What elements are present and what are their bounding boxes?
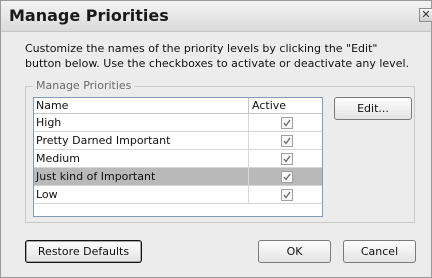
active-checkbox[interactable]: [281, 135, 293, 147]
close-icon[interactable]: ✕: [419, 8, 432, 22]
active-checkbox[interactable]: [281, 189, 293, 201]
table-row[interactable]: Pretty Darned Important: [34, 132, 322, 150]
table-row[interactable]: Medium: [34, 150, 322, 168]
priority-name-cell: Medium: [34, 150, 249, 167]
priority-name-cell: Pretty Darned Important: [34, 132, 249, 149]
ok-button[interactable]: OK: [258, 240, 331, 263]
table-row[interactable]: High: [34, 114, 322, 132]
priority-name-cell: Just kind of Important: [34, 168, 249, 185]
checkmark-icon: [283, 173, 291, 181]
edit-button[interactable]: Edit...: [334, 97, 412, 120]
checkmark-icon: [283, 155, 291, 163]
manage-priorities-dialog: Manage Priorities ✕ Customize the names …: [0, 0, 432, 278]
active-checkbox[interactable]: [281, 153, 293, 165]
table-row[interactable]: Just kind of Important: [34, 168, 322, 186]
checkmark-icon: [283, 137, 291, 145]
priorities-table: Name Active High Pretty Darned Important…: [33, 97, 323, 217]
dialog-title: Manage Priorities: [9, 6, 169, 25]
column-header-name[interactable]: Name: [34, 98, 249, 114]
restore-defaults-button[interactable]: Restore Defaults: [25, 240, 142, 263]
title-bar[interactable]: Manage Priorities ✕: [1, 1, 432, 32]
priority-name-cell: Low: [34, 186, 249, 203]
checkmark-icon: [283, 191, 291, 199]
column-header-active[interactable]: Active: [249, 98, 322, 114]
instructions-text: Customize the names of the priority leve…: [25, 42, 410, 70]
active-checkbox[interactable]: [281, 117, 293, 129]
checkmark-icon: [283, 119, 291, 127]
group-legend: Manage Priorities: [33, 79, 135, 92]
priority-name-cell: High: [34, 114, 249, 131]
cancel-button[interactable]: Cancel: [343, 240, 416, 263]
table-row[interactable]: Low: [34, 186, 322, 204]
active-checkbox[interactable]: [281, 171, 293, 183]
